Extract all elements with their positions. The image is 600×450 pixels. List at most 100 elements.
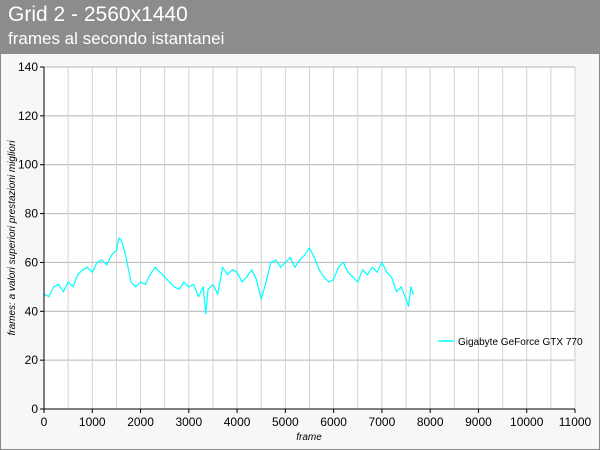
- data-point: [226, 274, 228, 276]
- data-point: [246, 276, 248, 278]
- data-point: [168, 281, 171, 283]
- data-point: [386, 271, 388, 273]
- data-point: [362, 269, 364, 271]
- y-tick-label: 100: [18, 158, 38, 172]
- data-point: [357, 281, 359, 283]
- y-tick-label: 120: [18, 109, 38, 123]
- data-point: [115, 249, 117, 251]
- data-point: [376, 271, 378, 273]
- data-point: [304, 254, 306, 256]
- data-point: [118, 237, 120, 239]
- data-point: [400, 286, 402, 288]
- data-point: [212, 283, 214, 285]
- data-point: [183, 281, 185, 283]
- data-point: [154, 266, 156, 268]
- data-point: [308, 247, 311, 249]
- legend-label: Gigabyte GeForce GTX 770: [458, 337, 583, 348]
- data-point: [405, 298, 407, 300]
- x-tick-label: 1000: [79, 415, 106, 429]
- data-point: [352, 276, 354, 278]
- data-point: [178, 288, 180, 290]
- data-point: [197, 296, 200, 298]
- data-point: [318, 269, 320, 271]
- x-tick-label: 2000: [127, 415, 154, 429]
- data-point: [123, 247, 125, 249]
- x-tick-label: 6000: [320, 415, 347, 429]
- data-point: [251, 269, 253, 271]
- x-tick-label: 11000: [559, 415, 592, 429]
- x-tick-label: 3000: [175, 415, 202, 429]
- data-point: [205, 313, 207, 315]
- data-point: [217, 293, 219, 295]
- x-tick-label: 7000: [369, 415, 396, 429]
- x-tick-label: 8000: [417, 415, 444, 429]
- data-point: [222, 266, 224, 268]
- data-point: [144, 283, 146, 285]
- data-point: [231, 269, 233, 271]
- data-point: [328, 281, 330, 283]
- data-point: [159, 271, 161, 273]
- data-point: [173, 286, 175, 288]
- data-point: [275, 259, 277, 261]
- data-point: [120, 239, 122, 241]
- data-point: [260, 298, 262, 300]
- y-tick-label: 80: [25, 207, 39, 221]
- y-axis-label: frames: a valori superiori prestazioni m…: [7, 140, 18, 336]
- data-point: [391, 276, 393, 278]
- data-point: [407, 305, 410, 307]
- data-point: [289, 256, 291, 259]
- data-point: [67, 281, 69, 283]
- data-point: [72, 286, 74, 288]
- data-point: [236, 271, 238, 273]
- data-point: [412, 293, 414, 295]
- x-axis-label: frame: [296, 432, 322, 443]
- data-point: [366, 274, 368, 276]
- data-point: [57, 283, 60, 285]
- data-point: [130, 281, 132, 283]
- x-tick-label: 5000: [272, 415, 299, 429]
- data-point: [86, 266, 88, 268]
- data-point: [270, 261, 272, 263]
- x-tick-label: 10000: [510, 415, 544, 429]
- data-point: [342, 261, 344, 263]
- data-point: [188, 286, 190, 288]
- data-point: [323, 276, 325, 278]
- data-point: [111, 254, 113, 256]
- x-tick-label: 0: [41, 415, 48, 429]
- data-point: [265, 281, 267, 283]
- data-point: [241, 281, 243, 283]
- data-point: [410, 286, 412, 288]
- data-point: [371, 266, 373, 268]
- data-point: [91, 271, 93, 273]
- data-point: [381, 261, 383, 263]
- data-point: [164, 276, 166, 278]
- y-tick-label: 140: [18, 60, 38, 74]
- data-point: [106, 264, 108, 266]
- data-point: [284, 261, 286, 263]
- data-point: [77, 274, 79, 276]
- data-point: [279, 266, 282, 268]
- data-point: [101, 259, 103, 261]
- x-tick-label: 9000: [465, 415, 492, 429]
- data-point: [337, 266, 340, 268]
- chart-svg: 0 20 40 60 80 100 120 140 0 1000 2000 3000 4000 5000…: [7, 60, 592, 443]
- data-point: [149, 274, 151, 276]
- y-tick-label: 40: [25, 304, 39, 318]
- data-point: [207, 288, 209, 290]
- data-point: [255, 278, 257, 281]
- data-point: [139, 281, 142, 283]
- x-axis-ticks: 0 1000 2000 3000 4000 5000 6000 7000 8000 9000 100…: [41, 409, 592, 429]
- y-tick-label: 0: [31, 402, 38, 416]
- legend: Gigabyte GeForce GTX 770: [438, 337, 583, 348]
- data-point: [193, 283, 195, 285]
- data-point: [333, 278, 335, 281]
- data-point: [313, 256, 315, 259]
- data-point: [299, 259, 301, 261]
- data-point: [294, 266, 296, 268]
- data-point: [202, 286, 204, 288]
- data-point: [96, 261, 98, 263]
- data-point: [53, 286, 55, 288]
- data-point: [125, 256, 127, 259]
- y-axis-ticks: 0 20 40 60 80 100 120 140: [18, 60, 44, 416]
- data-point: [82, 269, 84, 271]
